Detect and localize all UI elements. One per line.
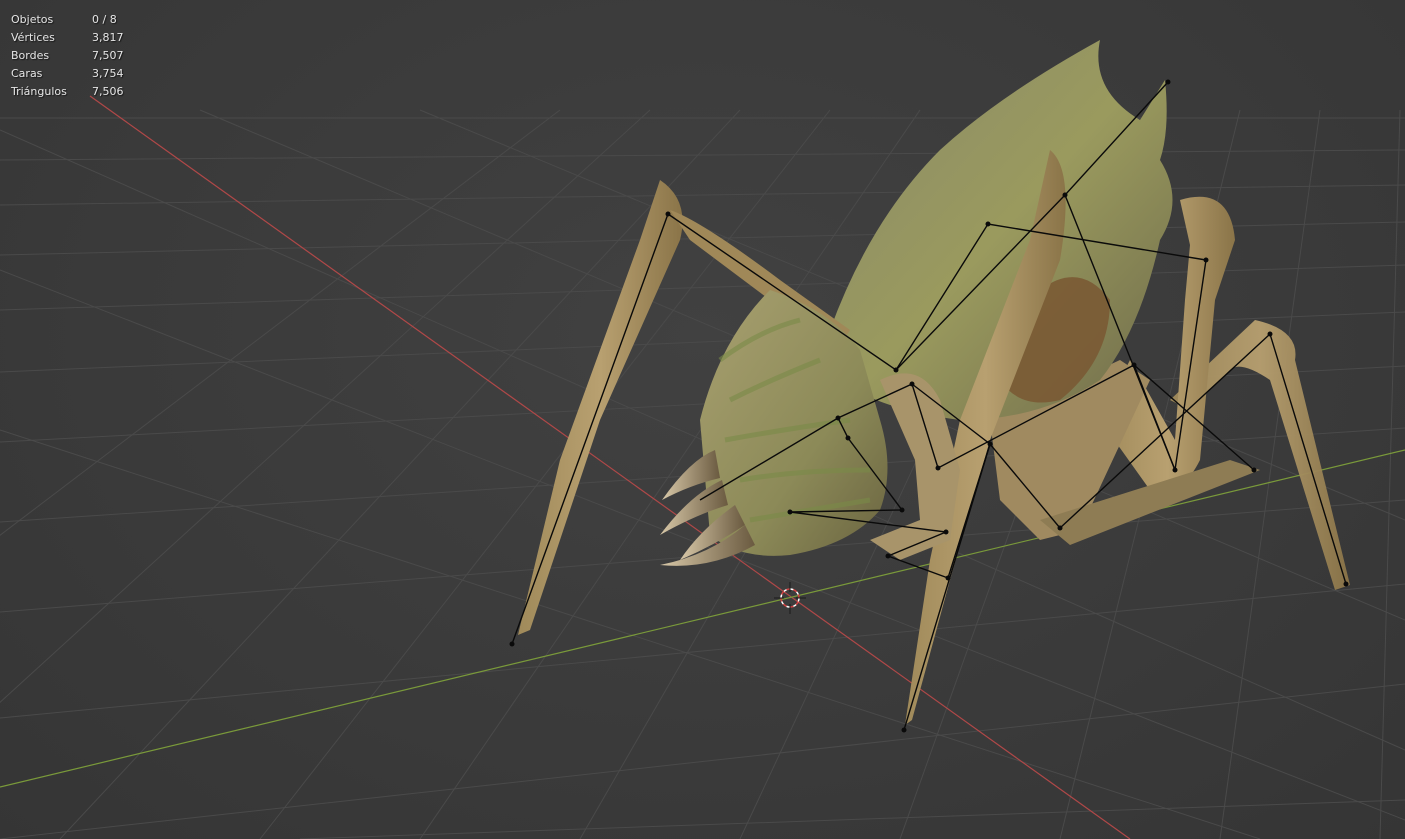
stat-value: 7,507 <box>92 49 124 62</box>
stat-value: 3,754 <box>92 67 124 80</box>
stat-label: Objetos <box>11 13 54 26</box>
stat-row-vertices: Vértices 3,817 <box>11 29 124 47</box>
stat-label: Vértices <box>11 31 55 44</box>
viewport-scene[interactable] <box>0 0 1405 839</box>
stat-value: 0 / 8 <box>92 13 117 26</box>
stat-value: 7,506 <box>92 85 124 98</box>
scene-statistics-overlay: Objetos 0 / 8 Vértices 3,817 Bordes 7,50… <box>11 11 124 101</box>
stat-label: Triángulos <box>11 85 67 98</box>
stat-label: Caras <box>11 67 43 80</box>
stat-row-faces: Caras 3,754 <box>11 65 124 83</box>
stat-value: 3,817 <box>92 31 124 44</box>
stat-label: Bordes <box>11 49 50 62</box>
3d-viewport[interactable]: Objetos 0 / 8 Vértices 3,817 Bordes 7,50… <box>0 0 1405 839</box>
stat-row-objects: Objetos 0 / 8 <box>11 11 124 29</box>
stat-row-edges: Bordes 7,507 <box>11 47 124 65</box>
creature-model <box>518 40 1350 725</box>
stat-row-triangles: Triángulos 7,506 <box>11 83 124 101</box>
